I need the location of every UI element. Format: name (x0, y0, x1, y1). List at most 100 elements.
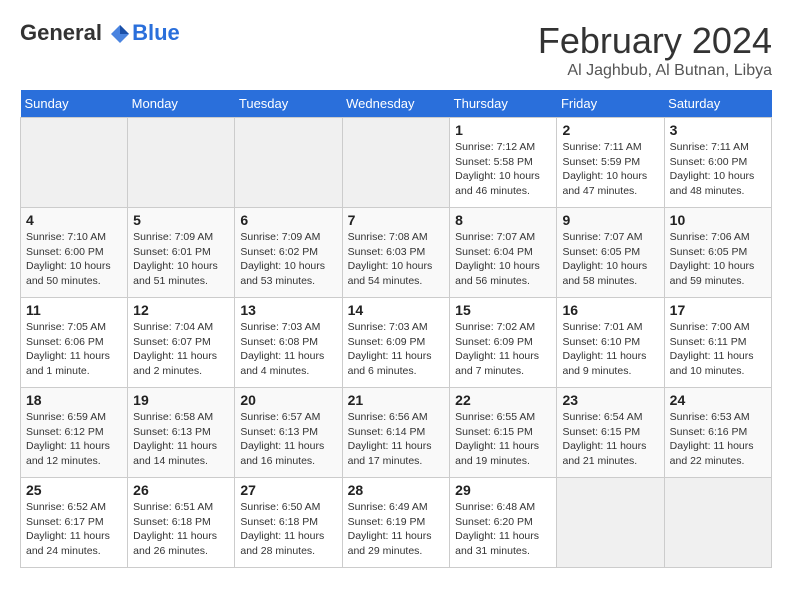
day-number: 5 (133, 212, 229, 228)
calendar-week-row: 4 Sunrise: 7:10 AMSunset: 6:00 PMDaylight… (21, 208, 772, 298)
calendar-cell: 13Sunrise: 7:03 AMSunset: 6:08 PMDayligh… (235, 298, 342, 388)
day-info: Sunrise: 7:04 AMSunset: 6:07 PMDaylight:… (133, 320, 229, 379)
logo: General Blue (20, 20, 180, 46)
calendar-cell: 18 Sunrise: 6:59 AMSunset: 6:12 PMDayligh… (21, 388, 128, 478)
day-info: Sunrise: 7:03 AMSunset: 6:09 PMDaylight:… (348, 320, 445, 379)
day-info: Sunrise: 7:11 AMSunset: 5:59 PMDaylight:… (562, 140, 658, 199)
day-info: Sunrise: 6:52 AMSunset: 6:17 PMDaylight:… (26, 500, 122, 559)
day-info: Sunrise: 7:11 AMSunset: 6:00 PMDaylight:… (670, 140, 766, 199)
calendar-week-row: 1Sunrise: 7:12 AMSunset: 5:58 PMDaylight… (21, 118, 772, 208)
calendar-cell: 22Sunrise: 6:55 AMSunset: 6:15 PMDayligh… (450, 388, 557, 478)
calendar-cell: 5Sunrise: 7:09 AMSunset: 6:01 PMDaylight… (128, 208, 235, 298)
day-number: 20 (240, 392, 336, 408)
calendar-cell: 6Sunrise: 7:09 AMSunset: 6:02 PMDaylight… (235, 208, 342, 298)
day-number: 6 (240, 212, 336, 228)
calendar-week-row: 25 Sunrise: 6:52 AMSunset: 6:17 PMDayligh… (21, 478, 772, 568)
calendar-cell: 29 Sunrise: 6:48 AMSunset: 6:20 PMDayligh… (450, 478, 557, 568)
calendar-cell: 3 Sunrise: 7:11 AMSunset: 6:00 PMDaylight… (664, 118, 771, 208)
day-number: 11 (26, 302, 122, 318)
day-number: 28 (348, 482, 445, 498)
calendar-cell: 28Sunrise: 6:49 AMSunset: 6:19 PMDayligh… (342, 478, 450, 568)
calendar-cell: 23 Sunrise: 6:54 AMSunset: 6:15 PMDayligh… (557, 388, 664, 478)
calendar-cell (128, 118, 235, 208)
calendar-cell: 25 Sunrise: 6:52 AMSunset: 6:17 PMDayligh… (21, 478, 128, 568)
day-info: Sunrise: 6:54 AMSunset: 6:15 PMDaylight:… (562, 410, 658, 469)
calendar-table: SundayMondayTuesdayWednesdayThursdayFrid… (20, 90, 772, 568)
day-number: 8 (455, 212, 551, 228)
title-block: February 2024 Al Jaghbub, Al Butnan, Lib… (538, 20, 772, 80)
calendar-cell (557, 478, 664, 568)
calendar-cell (342, 118, 450, 208)
day-number: 15 (455, 302, 551, 318)
day-number: 17 (670, 302, 766, 318)
day-info: Sunrise: 7:02 AMSunset: 6:09 PMDaylight:… (455, 320, 551, 379)
day-number: 1 (455, 122, 551, 138)
calendar-header-row: SundayMondayTuesdayWednesdayThursdayFrid… (21, 90, 772, 118)
day-info: Sunrise: 6:48 AMSunset: 6:20 PMDaylight:… (455, 500, 551, 559)
day-number: 18 (26, 392, 122, 408)
weekday-header-sunday: Sunday (21, 90, 128, 118)
day-number: 2 (562, 122, 658, 138)
day-number: 26 (133, 482, 229, 498)
day-number: 10 (670, 212, 766, 228)
calendar-cell: 12 Sunrise: 7:04 AMSunset: 6:07 PMDayligh… (128, 298, 235, 388)
calendar-cell: 10 Sunrise: 7:06 AMSunset: 6:05 PMDayligh… (664, 208, 771, 298)
day-info: Sunrise: 6:53 AMSunset: 6:16 PMDaylight:… (670, 410, 766, 469)
day-number: 16 (562, 302, 658, 318)
weekday-header-monday: Monday (128, 90, 235, 118)
calendar-cell: 14 Sunrise: 7:03 AMSunset: 6:09 PMDayligh… (342, 298, 450, 388)
calendar-cell: 15 Sunrise: 7:02 AMSunset: 6:09 PMDayligh… (450, 298, 557, 388)
weekday-header-tuesday: Tuesday (235, 90, 342, 118)
calendar-cell: 7Sunrise: 7:08 AMSunset: 6:03 PMDaylight… (342, 208, 450, 298)
day-number: 12 (133, 302, 229, 318)
day-number: 24 (670, 392, 766, 408)
calendar-cell (664, 478, 771, 568)
day-info: Sunrise: 6:51 AMSunset: 6:18 PMDaylight:… (133, 500, 229, 559)
calendar-cell: 9 Sunrise: 7:07 AMSunset: 6:05 PMDaylight… (557, 208, 664, 298)
day-number: 29 (455, 482, 551, 498)
calendar-cell: 4 Sunrise: 7:10 AMSunset: 6:00 PMDaylight… (21, 208, 128, 298)
calendar-cell: 1Sunrise: 7:12 AMSunset: 5:58 PMDaylight… (450, 118, 557, 208)
calendar-cell: 2 Sunrise: 7:11 AMSunset: 5:59 PMDaylight… (557, 118, 664, 208)
day-info: Sunrise: 7:00 AMSunset: 6:11 PMDaylight:… (670, 320, 766, 379)
day-number: 3 (670, 122, 766, 138)
day-info: Sunrise: 7:07 AMSunset: 6:04 PMDaylight:… (455, 230, 551, 289)
day-info: Sunrise: 7:06 AMSunset: 6:05 PMDaylight:… (670, 230, 766, 289)
weekday-header-saturday: Saturday (664, 90, 771, 118)
day-info: Sunrise: 7:03 AMSunset: 6:08 PMDaylight:… (240, 320, 336, 379)
day-info: Sunrise: 7:10 AMSunset: 6:00 PMDaylight:… (26, 230, 122, 289)
day-info: Sunrise: 6:58 AMSunset: 6:13 PMDaylight:… (133, 410, 229, 469)
day-info: Sunrise: 6:57 AMSunset: 6:13 PMDaylight:… (240, 410, 336, 469)
day-number: 19 (133, 392, 229, 408)
calendar-cell: 20 Sunrise: 6:57 AMSunset: 6:13 PMDayligh… (235, 388, 342, 478)
day-number: 4 (26, 212, 122, 228)
calendar-cell: 16Sunrise: 7:01 AMSunset: 6:10 PMDayligh… (557, 298, 664, 388)
calendar-cell: 17 Sunrise: 7:00 AMSunset: 6:11 PMDayligh… (664, 298, 771, 388)
day-number: 22 (455, 392, 551, 408)
day-info: Sunrise: 7:08 AMSunset: 6:03 PMDaylight:… (348, 230, 445, 289)
calendar-week-row: 11 Sunrise: 7:05 AMSunset: 6:06 PMDayligh… (21, 298, 772, 388)
day-info: Sunrise: 7:07 AMSunset: 6:05 PMDaylight:… (562, 230, 658, 289)
calendar-cell: 24 Sunrise: 6:53 AMSunset: 6:16 PMDayligh… (664, 388, 771, 478)
calendar-cell (235, 118, 342, 208)
day-info: Sunrise: 6:59 AMSunset: 6:12 PMDaylight:… (26, 410, 122, 469)
calendar-cell (21, 118, 128, 208)
weekday-header-wednesday: Wednesday (342, 90, 450, 118)
day-number: 21 (348, 392, 445, 408)
day-info: Sunrise: 6:50 AMSunset: 6:18 PMDaylight:… (240, 500, 336, 559)
location-title: Al Jaghbub, Al Butnan, Libya (538, 62, 772, 80)
logo-blue: Blue (132, 20, 180, 46)
calendar-cell: 26 Sunrise: 6:51 AMSunset: 6:18 PMDayligh… (128, 478, 235, 568)
day-info: Sunrise: 7:05 AMSunset: 6:06 PMDaylight:… (26, 320, 122, 379)
calendar-cell: 21 Sunrise: 6:56 AMSunset: 6:14 PMDayligh… (342, 388, 450, 478)
day-number: 14 (348, 302, 445, 318)
day-info: Sunrise: 6:56 AMSunset: 6:14 PMDaylight:… (348, 410, 445, 469)
day-number: 9 (562, 212, 658, 228)
day-number: 25 (26, 482, 122, 498)
day-number: 23 (562, 392, 658, 408)
calendar-cell: 8 Sunrise: 7:07 AMSunset: 6:04 PMDaylight… (450, 208, 557, 298)
logo-general: General (20, 20, 132, 46)
month-title: February 2024 (538, 20, 772, 62)
weekday-header-friday: Friday (557, 90, 664, 118)
calendar-cell: 19 Sunrise: 6:58 AMSunset: 6:13 PMDayligh… (128, 388, 235, 478)
